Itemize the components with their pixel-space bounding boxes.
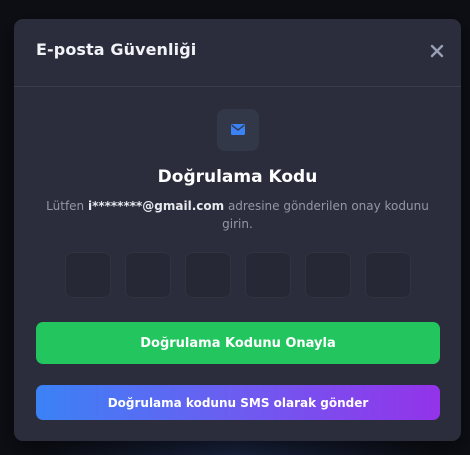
description-suffix: adresine gönderilen onay kodunu girin.: [222, 199, 429, 231]
verification-description: Lütfen i********@gmail.com adresine gönd…: [38, 197, 437, 233]
code-digit-1[interactable]: [65, 252, 111, 298]
modal-header: E-posta Güvenliği: [14, 19, 461, 87]
mail-badge: [217, 109, 259, 151]
modal-title: E-posta Güvenliği: [36, 40, 197, 59]
masked-email: i********@gmail.com: [87, 199, 225, 213]
code-input-row: [65, 252, 412, 300]
code-digit-3[interactable]: [185, 252, 231, 298]
envelope-icon: [231, 124, 245, 135]
close-button[interactable]: [427, 41, 447, 61]
code-digit-4[interactable]: [245, 252, 291, 298]
verify-code-button[interactable]: Doğrulama Kodunu Onayla: [36, 322, 440, 364]
send-sms-button[interactable]: Doğrulama kodunu SMS olarak gönder: [36, 385, 440, 420]
code-digit-2[interactable]: [125, 252, 171, 298]
email-security-modal: E-posta Güvenliği Doğrulama Kodu Lütfen …: [14, 19, 461, 441]
verification-heading: Doğrulama Kodu: [157, 167, 318, 187]
description-prefix: Lütfen: [46, 199, 88, 213]
code-digit-6[interactable]: [365, 252, 411, 298]
close-icon: [430, 44, 444, 58]
code-digit-5[interactable]: [305, 252, 351, 298]
